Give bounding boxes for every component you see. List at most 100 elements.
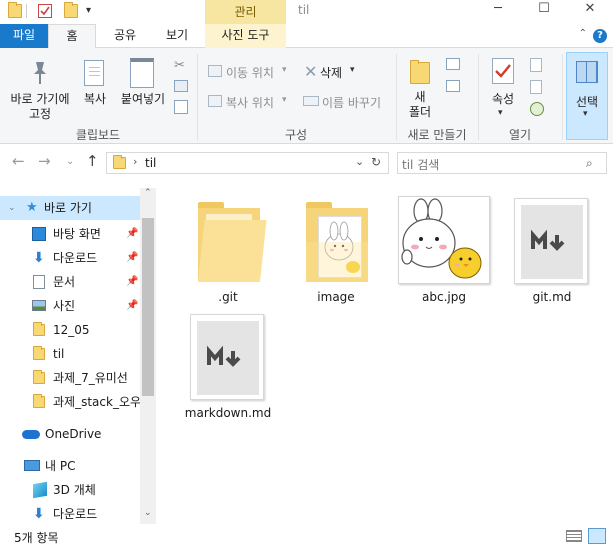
properties-button[interactable]: 속성 xyxy=(484,92,522,107)
address-dropdown-icon[interactable]: ⌄ xyxy=(355,155,364,168)
easy-access-icon[interactable] xyxy=(446,80,460,92)
delete-button[interactable]: 삭제 xyxy=(320,64,342,81)
nav-item-folder[interactable]: til xyxy=(0,342,140,366)
nav-label: 바로 가기 xyxy=(44,201,92,215)
image-thumbnail xyxy=(398,196,490,284)
customize-quick-access-icon[interactable]: ▾ xyxy=(86,4,100,18)
forward-button[interactable]: → xyxy=(38,152,51,170)
up-button[interactable]: ↑ xyxy=(86,152,99,170)
large-icons-view-icon[interactable] xyxy=(588,528,606,544)
nav-item-desktop[interactable]: 바탕 화면 📌 xyxy=(0,222,140,246)
nav-label: 다운로드 xyxy=(53,507,98,521)
address-bar[interactable]: › til ⌄ ↻ xyxy=(106,152,389,174)
minimize-button[interactable]: ─ xyxy=(475,0,521,20)
file-name: .git xyxy=(218,290,238,304)
search-input[interactable]: til 검색 xyxy=(402,156,439,173)
cut-icon[interactable]: ✂ xyxy=(174,58,185,73)
nav-item-downloads[interactable]: ⬇ 다운로드 📌 xyxy=(0,246,140,270)
edit-icon[interactable] xyxy=(530,80,542,94)
copy-to-button[interactable]: 복사 위치 xyxy=(226,94,274,111)
select-icon xyxy=(576,61,598,83)
rename-button[interactable]: 이름 바꾸기 xyxy=(322,94,381,111)
folder-icon xyxy=(8,2,22,18)
expand-chevron-icon[interactable]: ⌄ xyxy=(8,196,16,220)
nav-item-documents[interactable]: 문서 📌 xyxy=(0,270,140,294)
star-icon: ★ xyxy=(26,200,38,215)
collapse-ribbon-icon[interactable]: ⌃ xyxy=(579,28,587,39)
desktop-icon xyxy=(32,227,46,241)
pin-quick-access-button[interactable]: 바로 가기에 고정 xyxy=(4,92,76,122)
nav-item-folder[interactable]: 12_05 xyxy=(0,318,140,342)
details-view-icon[interactable] xyxy=(566,530,582,542)
new-folder-quick-icon[interactable] xyxy=(64,2,78,18)
move-to-dropdown-icon[interactable]: ▾ xyxy=(282,65,287,75)
properties-quick-icon[interactable] xyxy=(38,4,52,18)
file-name: image xyxy=(317,290,355,304)
nav-item-downloads-pc[interactable]: ⬇ 다운로드 xyxy=(0,502,140,526)
nav-item-pictures[interactable]: 사진 📌 xyxy=(0,294,140,318)
pin-icon: 📌 xyxy=(126,276,139,287)
close-button[interactable]: ✕ xyxy=(567,0,613,20)
delete-dropdown-icon[interactable]: ▾ xyxy=(350,65,355,75)
copy-button[interactable]: 복사 xyxy=(78,92,112,107)
file-list: .git image abc.jpg git.md markdown.md xyxy=(158,184,613,524)
maximize-button[interactable]: ☐ xyxy=(521,0,567,20)
pin-icon: 📌 xyxy=(126,300,139,311)
search-icon[interactable]: ⌕ xyxy=(586,156,593,171)
refresh-icon[interactable]: ↻ xyxy=(371,155,381,169)
group-separator xyxy=(562,54,563,140)
nav-item-3d-objects[interactable]: 3D 개체 xyxy=(0,478,140,502)
history-icon[interactable] xyxy=(530,102,544,116)
paste-button[interactable]: 붙여넣기 xyxy=(116,92,170,107)
clipboard-group-label: 클립보드 xyxy=(75,128,121,142)
nav-item-quick-access[interactable]: ⌄ ★ 바로 가기 xyxy=(0,196,140,220)
tab-share[interactable]: 공유 xyxy=(100,24,150,48)
search-box[interactable]: til 검색 ⌕ xyxy=(397,152,607,174)
scroll-down-icon[interactable]: ⌄ xyxy=(144,508,152,518)
recent-locations-icon[interactable]: ⌄ xyxy=(66,156,74,167)
nav-label: OneDrive xyxy=(45,427,102,441)
new-item-icon[interactable] xyxy=(446,58,460,70)
breadcrumb-separator-icon[interactable]: › xyxy=(133,155,137,168)
select-label: 선택 xyxy=(575,95,599,109)
copy-path-icon[interactable] xyxy=(174,80,188,92)
select-button[interactable]: 선택 ▾ xyxy=(566,52,608,140)
paste-shortcut-icon[interactable] xyxy=(174,100,188,114)
folder-icon xyxy=(33,370,45,384)
tab-home[interactable]: 홈 xyxy=(48,24,96,49)
item-count: 5개 항목 xyxy=(14,531,59,545)
nav-item-this-pc[interactable]: 내 PC xyxy=(0,454,140,478)
pin-icon: 📌 xyxy=(126,228,139,239)
move-to-button[interactable]: 이동 위치 xyxy=(226,64,274,81)
title-bar: ▾ 관리 til ─ ☐ ✕ xyxy=(0,0,613,24)
back-button[interactable]: ← xyxy=(12,152,25,170)
properties-icon xyxy=(492,58,514,84)
nav-item-folder[interactable]: 과제_stack_오우 xyxy=(0,390,140,414)
rename-icon xyxy=(303,96,319,106)
properties-dropdown-icon[interactable]: ▾ xyxy=(498,108,503,118)
open-icon[interactable] xyxy=(530,58,542,72)
new-group-label: 새로 만들기 xyxy=(407,128,467,142)
pc-icon xyxy=(24,460,40,471)
delete-icon: ✕ xyxy=(304,62,318,81)
tab-file[interactable]: 파일 xyxy=(0,24,48,48)
tab-picture-tools[interactable]: 사진 도구 xyxy=(205,24,286,48)
nav-label: 과제_stack_오우 xyxy=(53,395,140,409)
folder-icon xyxy=(33,346,45,360)
help-icon[interactable]: ? xyxy=(593,29,607,43)
scroll-up-icon[interactable]: ⌃ xyxy=(144,188,152,198)
nav-item-folder[interactable]: 과제_7_유미선 xyxy=(0,366,140,390)
markdown-file-icon xyxy=(190,314,264,400)
tab-view[interactable]: 보기 xyxy=(152,24,202,48)
copy-to-dropdown-icon[interactable]: ▾ xyxy=(282,95,287,105)
nav-item-onedrive[interactable]: OneDrive xyxy=(0,422,140,446)
copy-to-icon xyxy=(208,95,222,107)
nav-label: 과제_7_유미선 xyxy=(53,371,128,385)
nav-label: til xyxy=(53,347,65,361)
download-icon: ⬇ xyxy=(33,506,45,522)
new-folder-button[interactable]: 새 폴더 xyxy=(404,90,436,120)
context-tab-header: 관리 xyxy=(205,0,286,24)
nav-scrollbar-thumb[interactable] xyxy=(142,218,154,396)
breadcrumb-til[interactable]: til xyxy=(145,156,156,170)
folder-icon xyxy=(33,394,45,408)
